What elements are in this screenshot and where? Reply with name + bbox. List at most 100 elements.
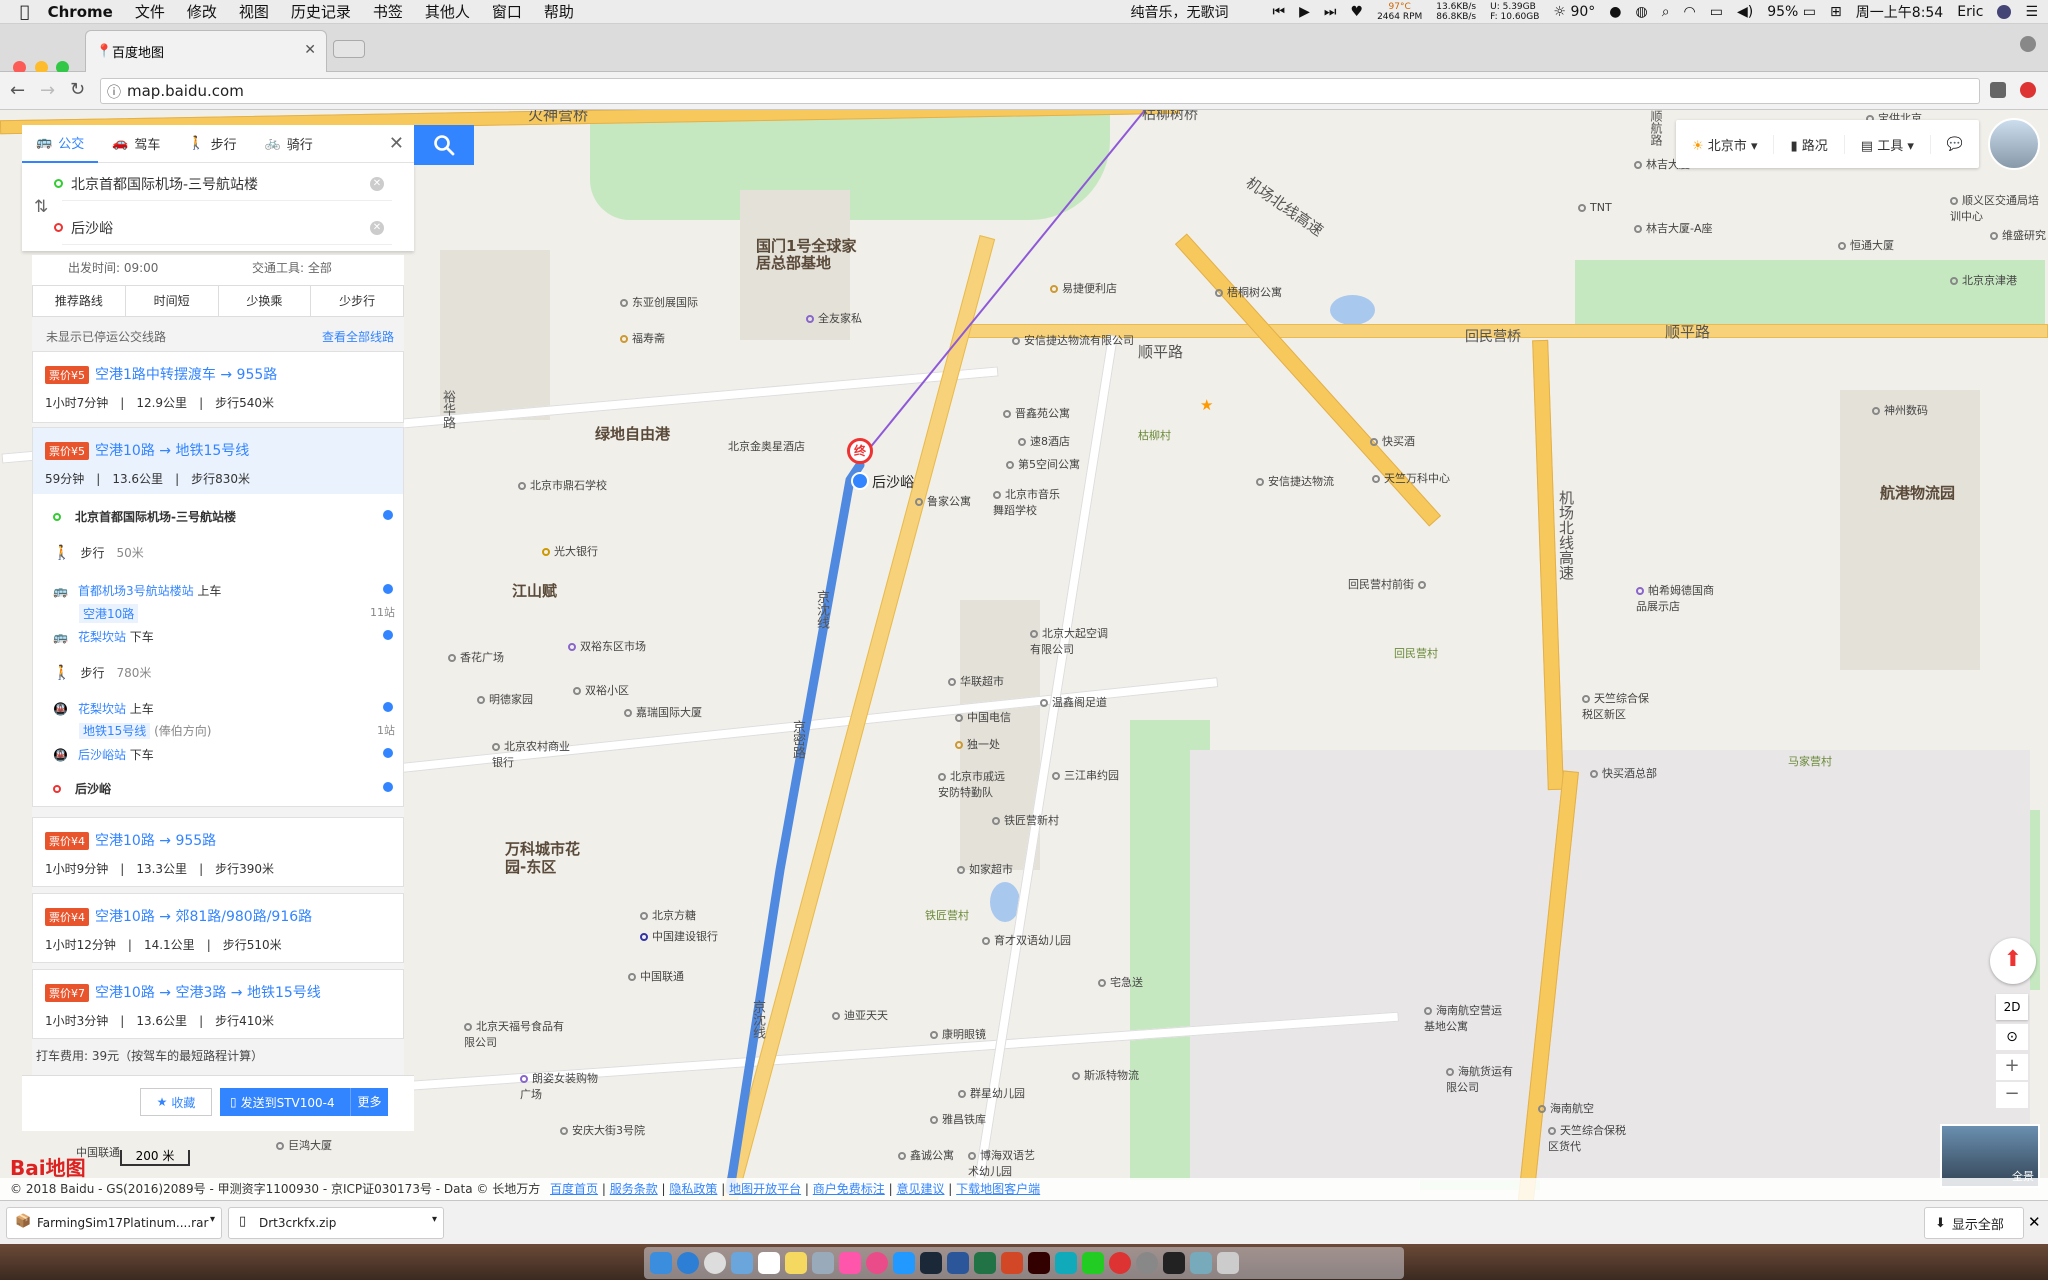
poi[interactable]: 北京方糖 xyxy=(640,907,696,923)
poi[interactable]: 顺义区交通局培训中心 xyxy=(1950,192,2040,224)
info-icon[interactable]: ⓘ xyxy=(107,82,121,102)
depart-time-select[interactable]: 出发时间: 09:00 xyxy=(68,259,158,276)
heart-icon[interactable]: ♥ xyxy=(1351,4,1364,20)
poi[interactable]: 易捷便利店 xyxy=(1050,280,1117,296)
poi[interactable]: 北京大起空调有限公司 xyxy=(1030,625,1110,657)
user-name[interactable]: Eric xyxy=(1957,4,1983,20)
user-avatar[interactable] xyxy=(1988,118,2040,170)
locate-pin-icon[interactable] xyxy=(383,510,393,520)
poi[interactable]: 华联超市 xyxy=(948,673,1004,689)
poi[interactable]: 迪亚天天 xyxy=(832,1007,888,1023)
poi[interactable]: 三江串约园 xyxy=(1052,767,1119,783)
footer-link[interactable]: 商户免费标注 xyxy=(813,1182,885,1196)
poi[interactable]: 晋鑫苑公寓 xyxy=(1003,405,1070,421)
mode-walk[interactable]: 🚶 步行 xyxy=(174,125,250,163)
step-walk-2[interactable]: 🚶 步行 780米 xyxy=(53,664,151,681)
extension-icon-1[interactable] xyxy=(1990,82,2006,98)
battery[interactable]: 95% ▭ xyxy=(1767,4,1816,20)
poi[interactable]: 中国联通 xyxy=(628,968,684,984)
wifi-icon[interactable]: ◠ xyxy=(1684,4,1696,20)
poi[interactable]: TNT xyxy=(1578,201,1612,214)
poi[interactable]: 北京农村商业银行 xyxy=(492,738,572,770)
poi[interactable]: 如家超市 xyxy=(957,861,1013,877)
poi[interactable]: 安庆大街3号院 xyxy=(560,1122,645,1138)
line-badge[interactable]: 地铁15号线 (俸伯方向) xyxy=(79,722,211,739)
cpu-stats[interactable]: 97°C 2464 RPM xyxy=(1377,2,1422,22)
poi[interactable]: 神州数码 xyxy=(1872,402,1928,418)
poi[interactable]: 全友家私 xyxy=(806,310,862,326)
net-stats[interactable]: 13.6KB/s 86.8KB/s xyxy=(1436,2,1476,22)
new-tab-button[interactable] xyxy=(333,40,365,58)
tools-button[interactable]: ▤ 工具 ▾ xyxy=(1845,134,1931,154)
poi[interactable]: 北京天福号食品有限公司 xyxy=(464,1018,574,1050)
poi[interactable]: 海南航空营运基地公寓 xyxy=(1424,1002,1504,1034)
search-icon[interactable]: ⌕ xyxy=(1662,4,1670,20)
input-method-icon[interactable]: ⊞ xyxy=(1830,4,1842,20)
sort-least-transfer[interactable]: 少换乘 xyxy=(219,286,312,316)
footer-link[interactable]: 隐私政策 xyxy=(669,1182,717,1196)
finder-icon[interactable] xyxy=(650,1252,672,1274)
footer-link[interactable]: 下载地图客户端 xyxy=(956,1182,1040,1196)
poi[interactable]: 宅急送 xyxy=(1098,974,1143,990)
zoom-out-button[interactable]: − xyxy=(1996,1082,2028,1108)
word-icon[interactable] xyxy=(947,1252,969,1274)
weather[interactable]: ☼ 90° xyxy=(1553,4,1595,20)
mode-drive[interactable]: 🚗 驾车 xyxy=(98,125,174,163)
download-item[interactable]: 📦 FarmingSim17Platinum....rar ▾ xyxy=(6,1207,222,1239)
poi[interactable]: 香花广场 xyxy=(448,649,504,665)
step-origin[interactable]: 北京首都国际机场-三号航站楼 xyxy=(53,508,236,525)
locate-icon[interactable]: ⊙ xyxy=(1996,1024,2028,1050)
search-button[interactable] xyxy=(414,125,474,165)
poi[interactable]: 恒通大厦 xyxy=(1838,237,1894,253)
footer-link[interactable]: 地图开放平台 xyxy=(729,1182,801,1196)
poi[interactable]: 明德家园 xyxy=(477,691,533,707)
download-menu-icon[interactable]: ▾ xyxy=(432,1214,437,1225)
download-menu-icon[interactable]: ▾ xyxy=(210,1214,215,1225)
terminal-icon[interactable] xyxy=(1163,1252,1185,1274)
poi[interactable]: 帕希姆德国商品展示店 xyxy=(1636,582,1716,614)
clock[interactable]: 周一上午8:54 xyxy=(1856,2,1943,22)
step-destination[interactable]: 后沙峪 xyxy=(53,780,111,797)
notes-icon[interactable] xyxy=(785,1252,807,1274)
poi[interactable]: 独一处 xyxy=(955,736,1000,752)
tab-close-icon[interactable]: ✕ xyxy=(304,42,316,58)
poi[interactable]: 梧桐树公寓 xyxy=(1215,284,1282,300)
downloads-stack-icon[interactable] xyxy=(1190,1252,1212,1274)
route-option-2-expanded[interactable]: 票价¥5 空港10路 → 地铁15号线 59分钟 | 13.6公里 | 步行830… xyxy=(32,427,404,807)
notification-center-icon[interactable]: ☰ xyxy=(2025,4,2038,20)
poi[interactable]: 中国电信 xyxy=(955,709,1011,725)
poi[interactable]: 北京金奥星酒店 xyxy=(728,438,805,454)
line-badge[interactable]: 空港10路 xyxy=(79,604,139,623)
now-playing[interactable]: 纯音乐，无歌词 xyxy=(1131,2,1229,22)
poi[interactable]: 双裕小区 xyxy=(573,682,629,698)
route-option-5[interactable]: 票价¥7 空港10路 → 空港3路 → 地铁15号线 1小时3分钟 | 13.6公… xyxy=(32,969,404,1039)
user-avatar-icon[interactable] xyxy=(1997,5,2012,19)
route-option-4[interactable]: 票价¥4 空港10路 → 郊81路/980路/916路 1小时12分钟 | 14.… xyxy=(32,893,404,963)
poi[interactable]: 回民营村前街 xyxy=(1348,576,1430,592)
mode-transit[interactable]: 🚌 公交 xyxy=(22,125,99,163)
trash-icon[interactable] xyxy=(1217,1252,1239,1274)
menu-app-chrome[interactable]: Chrome xyxy=(48,3,113,21)
next-track-icon[interactable]: ⏭ xyxy=(1324,4,1337,20)
locate-pin-icon[interactable] xyxy=(383,782,393,792)
volume-icon[interactable]: ◀) xyxy=(1737,4,1753,20)
step-alight-1[interactable]: 🚌 花梨坎站 下车 xyxy=(53,628,154,645)
swap-icon[interactable]: ⇅ xyxy=(34,197,48,217)
poi[interactable]: 维盛研究 xyxy=(1990,227,2046,243)
clear-end-icon[interactable]: ✕ xyxy=(370,220,384,235)
route-option-1[interactable]: 票价¥5 空港1路中转摆渡车 → 955路 1小时7分钟 | 12.9公里 | 步… xyxy=(32,351,404,423)
poi[interactable]: 中国建设银行 xyxy=(640,928,718,944)
steam-icon[interactable] xyxy=(920,1252,942,1274)
menu-bookmarks[interactable]: 书签 xyxy=(373,1,403,22)
prev-track-icon[interactable]: ⏮ xyxy=(1273,4,1286,20)
tab-baidu-map[interactable]: 📍 百度地图 ✕ xyxy=(85,30,327,72)
locate-pin-icon[interactable] xyxy=(383,702,393,712)
system-preferences-icon[interactable] xyxy=(1136,1252,1158,1274)
map-mode-2d-button[interactable]: 2D xyxy=(1996,994,2028,1020)
more-button[interactable]: 更多 xyxy=(350,1088,388,1116)
menu-edit[interactable]: 修改 xyxy=(187,1,217,22)
qq-icon[interactable]: ● xyxy=(1609,4,1621,20)
sort-recommended[interactable]: 推荐路线 xyxy=(33,286,126,316)
reload-icon[interactable]: ↻ xyxy=(70,79,85,100)
view-all-link[interactable]: 查看全部线路 xyxy=(322,328,394,345)
